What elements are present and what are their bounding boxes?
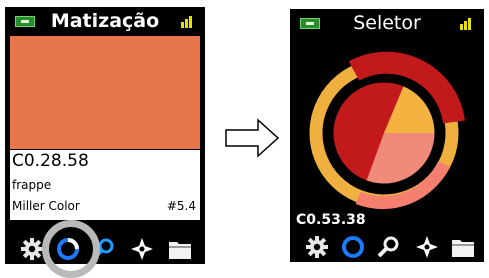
folder-icon[interactable] xyxy=(450,234,476,260)
color-swatch xyxy=(10,36,200,149)
folder-icon[interactable] xyxy=(167,236,193,262)
matizacao-screen: Matização C0.28.58 frappe Miller Color #… xyxy=(5,7,205,264)
color-number: #5.4 xyxy=(166,199,196,213)
status-bar: Seletor xyxy=(290,9,484,37)
signal-icon xyxy=(460,17,474,30)
screen-title: Matização xyxy=(50,10,160,32)
color-info-panel: C0.28.58 frappe Miller Color #5.4 xyxy=(10,150,200,220)
toolbar xyxy=(290,228,484,262)
color-name: frappe xyxy=(12,178,52,192)
gear-icon[interactable] xyxy=(304,234,330,260)
color-code: C0.28.58 xyxy=(12,151,89,171)
signal-icon xyxy=(181,15,195,28)
screen-title: Seletor xyxy=(353,12,421,34)
hue-ring-icon[interactable] xyxy=(340,234,366,260)
seletor-screen: Seletor C0.53.38 xyxy=(290,9,484,262)
status-bar: Matização xyxy=(5,7,205,35)
search-icon[interactable] xyxy=(376,234,402,260)
arrow-right-icon xyxy=(225,118,280,158)
active-tool-highlight xyxy=(42,220,100,278)
compass-icon[interactable] xyxy=(129,236,155,262)
compass-icon[interactable] xyxy=(414,234,440,260)
brand-name: Miller Color xyxy=(12,199,80,213)
selected-color-code: C0.53.38 xyxy=(296,212,366,228)
toolbar xyxy=(5,230,205,264)
color-wheel-selector[interactable] xyxy=(296,36,480,216)
